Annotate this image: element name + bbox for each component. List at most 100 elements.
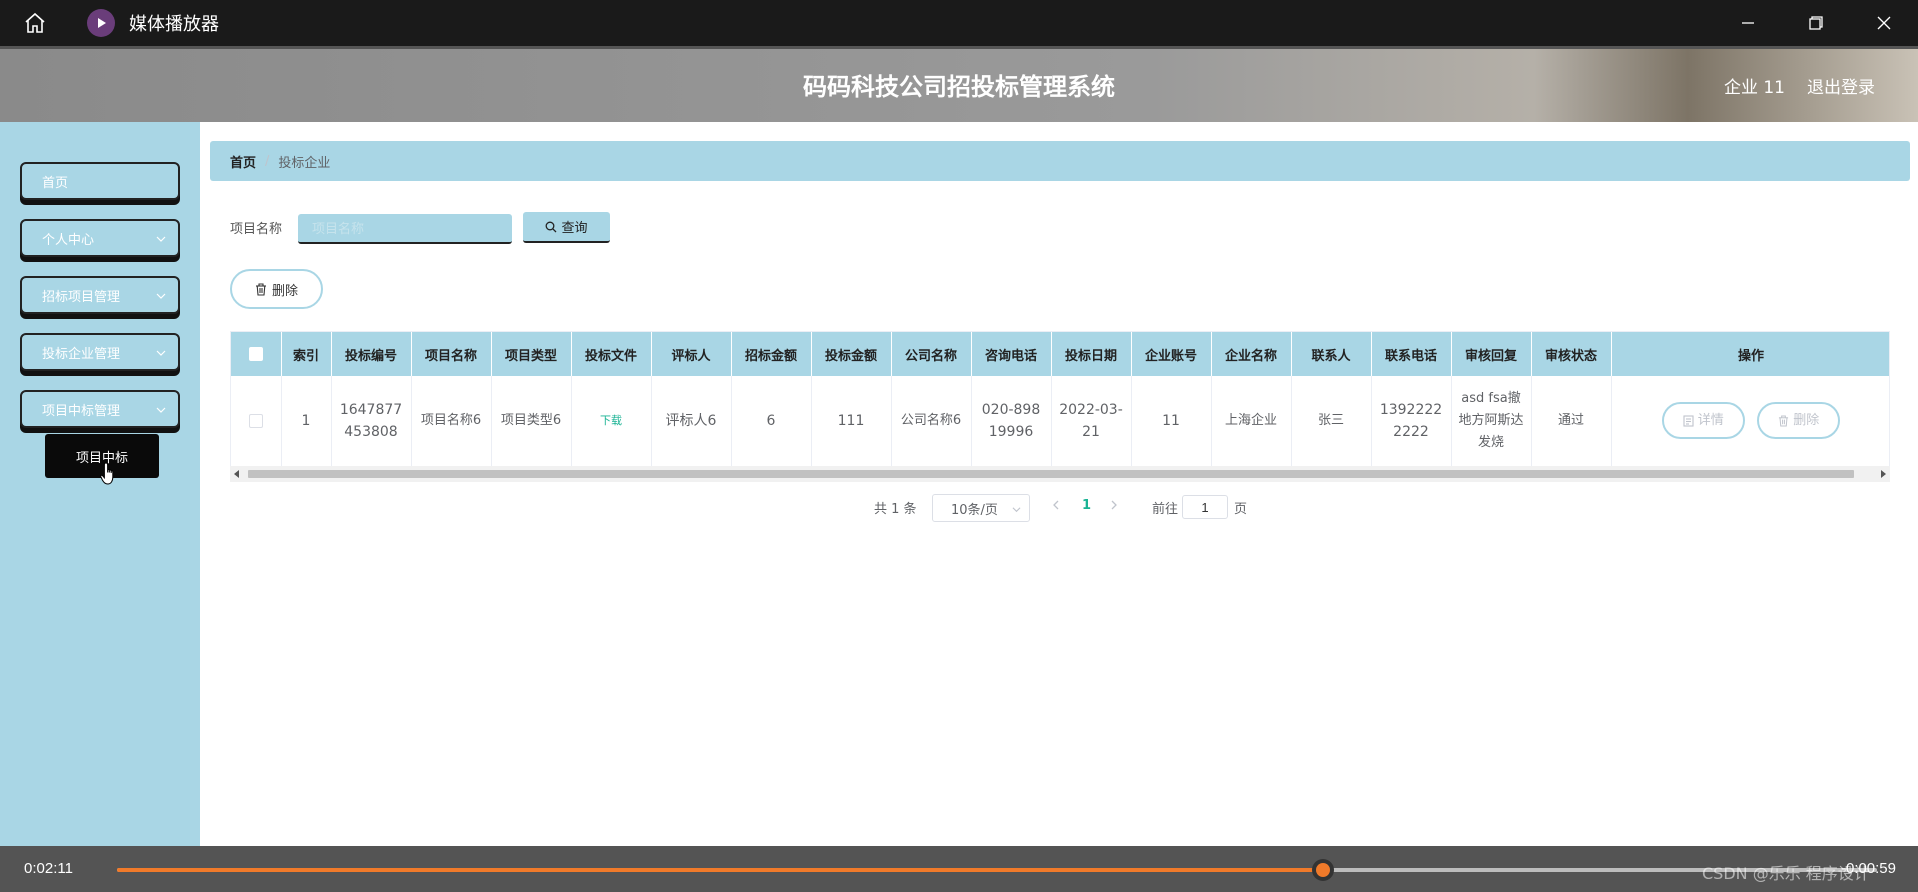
column-header: 审核状态 [1531, 332, 1612, 376]
column-header: 投标金额 [811, 332, 892, 376]
column-header: 操作 [1611, 332, 1889, 376]
column-header: 投标编号 [331, 332, 412, 376]
sidebar: 首页 个人中心 招标项目管理 投标企业管理 项目中标管理 项目中标 [0, 122, 200, 846]
seek-bar[interactable] [117, 859, 1877, 881]
cell-account: 11 [1131, 376, 1212, 467]
home-icon[interactable] [17, 5, 53, 41]
search-label: 项目名称 [230, 222, 283, 237]
sidebar-item-label: 招标项目管理 [42, 289, 121, 305]
chevron-down-icon [156, 293, 166, 299]
sidebar-item-label: 项目中标管理 [42, 403, 121, 419]
column-header: 索引 [281, 332, 332, 376]
query-button[interactable]: 查询 [523, 212, 610, 243]
bid-table: 索引 投标编号 项目名称 项目类型 投标文件 评标人 招标金额 投标金额 公司名… [230, 331, 1890, 482]
sidebar-item-winning-bids[interactable]: 项目中标管理 [20, 390, 180, 428]
page-size-value: 10条/页 [951, 502, 998, 518]
cell-bid-date: 2022-03-21 [1051, 376, 1132, 467]
select-all-checkbox[interactable] [248, 347, 263, 361]
breadcrumb-separator: / [265, 153, 270, 169]
seek-bar-progress [117, 868, 1323, 872]
sidebar-item-home[interactable]: 首页 [20, 162, 180, 200]
goto-suffix: 页 [1234, 502, 1248, 517]
column-header: 招标金额 [731, 332, 812, 376]
cell-tender-amount: 6 [731, 376, 812, 467]
column-header: 投标日期 [1051, 332, 1132, 376]
column-header: 企业账号 [1131, 332, 1212, 376]
page-size-select[interactable]: 10条/页 [932, 494, 1030, 522]
page-number[interactable]: 1 [1082, 498, 1091, 513]
sidebar-item-bidding-enterprises[interactable]: 投标企业管理 [20, 333, 180, 371]
goto-page-input[interactable] [1182, 495, 1228, 519]
close-icon[interactable] [1850, 0, 1918, 46]
seek-handle[interactable] [1311, 859, 1334, 881]
cell-bid-amount: 111 [811, 376, 892, 467]
minimize-icon[interactable] [1714, 0, 1782, 46]
column-header: 项目类型 [491, 332, 572, 376]
row-delete-button-label: 删除 [1793, 412, 1820, 428]
player-title-bar: 媒体播放器 [0, 0, 1918, 46]
table-horizontal-scrollbar[interactable] [230, 466, 1890, 482]
query-button-label: 查询 [561, 221, 588, 236]
breadcrumb: 首页 / 投标企业 [210, 141, 1910, 181]
column-header: 审核回复 [1451, 332, 1532, 376]
system-title: 码码科技公司招投标管理系统 [803, 73, 1115, 101]
sidebar-item-label: 投标企业管理 [42, 346, 121, 362]
project-name-search-input[interactable] [298, 214, 512, 244]
cell-company-name: 公司名称6 [891, 376, 972, 467]
cell-project-name: 项目名称6 [411, 376, 492, 467]
sidebar-item-tender-projects[interactable]: 招标项目管理 [20, 276, 180, 314]
cell-project-type: 项目类型6 [491, 376, 572, 467]
remaining-time: -0:00:59 [1840, 860, 1896, 877]
cell-bid-no: 1647877453808 [331, 376, 412, 467]
row-delete-button[interactable]: 删除 [1757, 402, 1841, 440]
download-link[interactable]: 下载 [600, 414, 622, 427]
sidebar-item-personal-center[interactable]: 个人中心 [20, 219, 180, 257]
cell-enterprise-name: 上海企业 [1211, 376, 1292, 467]
batch-delete-label: 删除 [271, 283, 298, 299]
column-header: 项目名称 [411, 332, 492, 376]
row-checkbox[interactable] [248, 413, 263, 428]
chevron-down-icon [156, 407, 166, 413]
next-page-icon[interactable] [1110, 499, 1118, 514]
search-icon [546, 221, 557, 232]
logout-link[interactable]: 退出登录 [1807, 73, 1875, 98]
cell-bid-file: 下载 [571, 376, 652, 467]
prev-page-icon[interactable] [1052, 499, 1060, 514]
trash-icon [1779, 415, 1789, 427]
sidebar-item-label: 个人中心 [42, 232, 95, 248]
column-header: 企业名称 [1211, 332, 1292, 376]
cell-actions: 详情 删除 [1611, 376, 1889, 467]
player-title: 媒体播放器 [129, 14, 219, 35]
cell-evaluator: 评标人6 [651, 376, 732, 467]
cell-consult-phone: 020-89819996 [971, 376, 1052, 467]
breadcrumb-home[interactable]: 首页 [230, 152, 256, 171]
cell-review-status: 通过 [1531, 376, 1612, 467]
batch-delete-button[interactable]: 删除 [230, 269, 323, 309]
media-player-logo-icon [87, 9, 115, 37]
document-icon [1683, 415, 1694, 427]
detail-button-label: 详情 [1697, 412, 1724, 428]
cell-review-reply: asd fsa撤地方阿斯达发烧 [1451, 376, 1532, 467]
table-header-row: 索引 投标编号 项目名称 项目类型 投标文件 评标人 招标金额 投标金额 公司名… [231, 332, 1889, 376]
column-header: 咨询电话 [971, 332, 1052, 376]
current-user: 企业 11 [1723, 78, 1785, 98]
table-row: 1 1647877453808 项目名称6 项目类型6 下载 评标人6 6 11… [231, 376, 1889, 467]
column-header: 联系电话 [1371, 332, 1452, 376]
scrollbar-thumb[interactable] [248, 470, 1854, 478]
restore-icon[interactable] [1782, 0, 1850, 46]
cell-contact: 张三 [1291, 376, 1372, 467]
column-header: 联系人 [1291, 332, 1372, 376]
column-header: 公司名称 [891, 332, 972, 376]
column-header: 评标人 [651, 332, 732, 376]
chevron-down-icon [1012, 507, 1021, 513]
scroll-right-arrow-icon[interactable] [1880, 470, 1886, 478]
cell-contact-phone: 13922222222 [1371, 376, 1452, 467]
hand-cursor-icon [100, 462, 114, 485]
goto-label: 前往 [1152, 502, 1179, 517]
detail-button[interactable]: 详情 [1661, 402, 1745, 440]
breadcrumb-current: 投标企业 [278, 155, 331, 171]
pagination-total: 共 1 条 [874, 502, 917, 517]
chevron-down-icon [156, 350, 166, 356]
select-all-cell [231, 332, 282, 376]
scroll-left-arrow-icon[interactable] [234, 470, 240, 478]
